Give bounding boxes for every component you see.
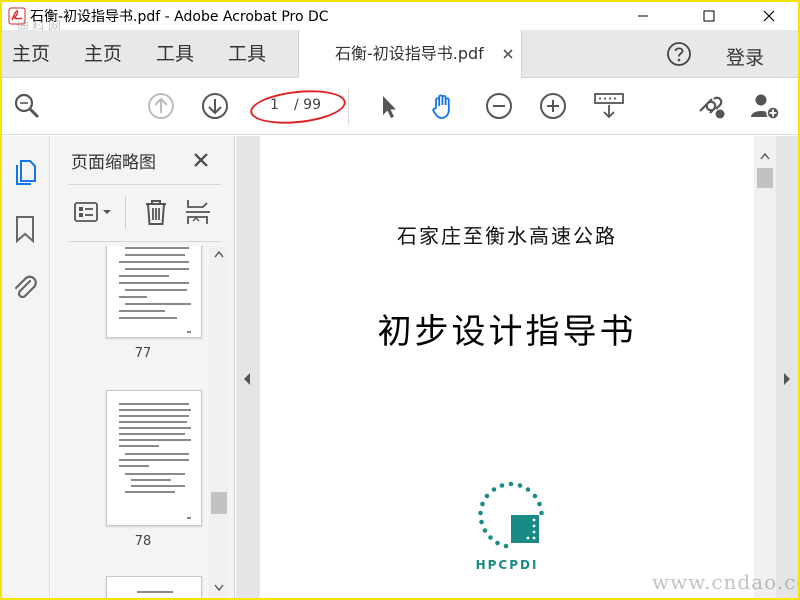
hand-tool-icon[interactable]	[428, 91, 458, 121]
scroll-down-icon[interactable]	[214, 584, 224, 592]
zoom-out-icon[interactable]	[484, 91, 514, 121]
document-tab-label: 石衡-初设指导书.pdf	[335, 44, 484, 63]
options-menu-icon[interactable]	[73, 197, 117, 227]
scrollbar-thumb[interactable]	[757, 168, 773, 188]
select-cursor-icon[interactable]	[374, 91, 404, 121]
thumbnail-page-79[interactable]	[106, 576, 202, 598]
close-icon	[763, 10, 775, 22]
zoom-in-icon[interactable]	[538, 91, 568, 121]
panel-title: 页面缩略图	[71, 153, 156, 173]
close-window-button[interactable]	[746, 2, 792, 30]
trash-icon[interactable]	[141, 197, 171, 227]
title-bar: 石衡-初设指导书.pdf - Adobe Acrobat Pro DC 迪科网	[2, 2, 798, 35]
acrobat-window: 石衡-初设指导书.pdf - Adobe Acrobat Pro DC 迪科网 …	[2, 2, 798, 598]
scroll-up-icon[interactable]	[760, 152, 770, 160]
thumbnail-list: 77 78	[51, 246, 235, 598]
close-panel-icon[interactable]	[193, 152, 209, 168]
thumbnail-panel: 页面缩略图 77 78	[51, 136, 235, 598]
document-subtitle: 石家庄至衡水高速公路	[397, 224, 617, 248]
thumbnail-page-78[interactable]	[106, 390, 202, 526]
login-button[interactable]: 登录	[726, 30, 764, 86]
thumbnail-scrollbar[interactable]	[209, 246, 229, 598]
bookmarks-icon[interactable]	[11, 214, 39, 244]
maximize-button[interactable]	[686, 2, 732, 30]
collapse-left-panel-icon[interactable]	[242, 372, 252, 386]
document-viewer: 石家庄至衡水高速公路 初步设计指导书 HPCPDI	[236, 136, 798, 598]
logo-text: HPCPDI	[475, 558, 539, 572]
tab-tools-2[interactable]: 工具	[228, 30, 266, 78]
toolbar-divider	[348, 89, 349, 125]
previous-page-icon[interactable]	[146, 91, 176, 121]
acrobat-app-icon	[8, 7, 26, 25]
pdf-page: 石家庄至衡水高速公路 初步设计指导书 HPCPDI	[260, 136, 754, 598]
menu-tab-bar: 主页 主页 工具 工具 石衡-初设指导书.pdf 登录	[2, 30, 798, 78]
share-link-icon[interactable]	[694, 91, 728, 121]
maximize-icon	[703, 10, 715, 22]
document-tab[interactable]: 石衡-初设指导书.pdf	[298, 30, 522, 78]
minimize-icon	[638, 15, 648, 17]
add-user-icon[interactable]	[748, 91, 782, 121]
thumbnail-page-77[interactable]	[106, 246, 202, 338]
document-scrollbar[interactable]	[754, 136, 776, 598]
help-icon[interactable]	[666, 41, 692, 67]
zoom-search-icon[interactable]	[12, 91, 42, 121]
main-toolbar: 1 / 99	[2, 79, 798, 135]
document-title: 初步设计指导书	[377, 312, 637, 352]
scroll-up-icon[interactable]	[214, 250, 224, 258]
red-annotation-ellipse	[248, 86, 348, 128]
hpcpdi-logo	[478, 481, 544, 549]
page-thumbnails-icon[interactable]	[11, 156, 39, 186]
navigation-rail	[2, 136, 50, 598]
tab-home[interactable]: 主页	[12, 30, 50, 78]
tab-home-2[interactable]: 主页	[84, 30, 122, 78]
expand-right-panel-icon[interactable]	[782, 372, 792, 386]
attachments-icon[interactable]	[11, 272, 39, 302]
window-title: 石衡-初设指导书.pdf - Adobe Acrobat Pro DC	[30, 9, 329, 25]
thumbnail-label-78: 78	[134, 534, 152, 549]
scrollbar-thumb[interactable]	[211, 492, 227, 514]
minimize-button[interactable]	[620, 2, 666, 30]
thumbnail-label-77: 77	[134, 346, 152, 361]
close-tab-icon[interactable]	[501, 47, 515, 61]
toolbar-divider	[125, 197, 126, 229]
scroll-mode-icon[interactable]	[592, 91, 626, 121]
next-page-icon[interactable]	[200, 91, 230, 121]
thumbnail-toolbar	[69, 184, 221, 242]
insert-pages-icon[interactable]	[183, 197, 213, 227]
tab-tools[interactable]: 工具	[156, 30, 194, 78]
